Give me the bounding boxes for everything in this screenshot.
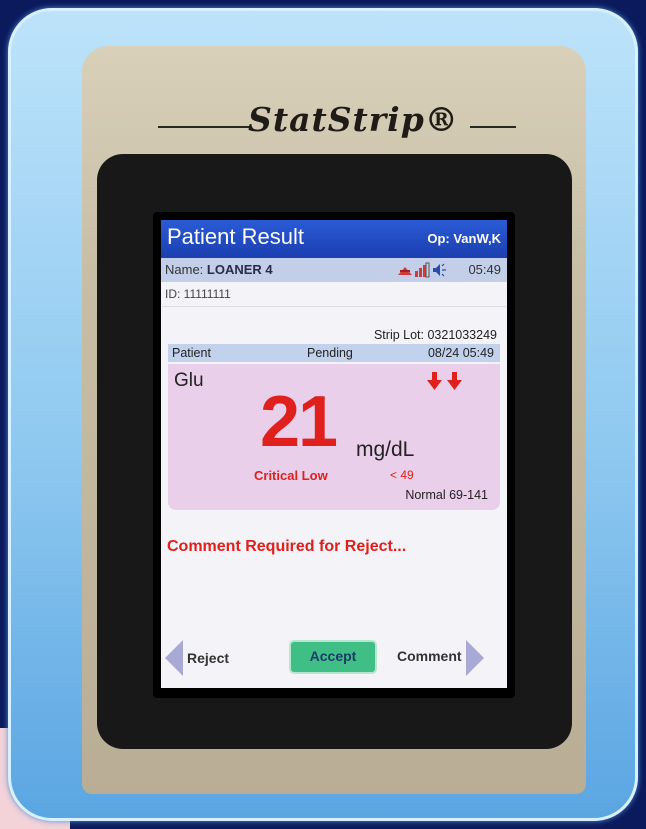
accept-button[interactable]: Accept — [291, 642, 375, 672]
patient-name: Name: LOANER 4 — [165, 262, 273, 277]
clock: 05:49 — [468, 262, 501, 277]
status-icons — [398, 262, 446, 278]
result-status: Pending — [307, 346, 353, 360]
name-label: Name: — [165, 262, 204, 277]
alert-icon — [398, 267, 412, 275]
critical-limit: < 49 — [390, 468, 414, 482]
glucose-unit: mg/dL — [356, 438, 415, 461]
speaker-icon — [433, 263, 446, 277]
reject-button[interactable]: Reject — [165, 640, 229, 676]
operator-label: Op: VanW,K — [427, 231, 501, 246]
double-down-arrow-icon — [427, 372, 462, 390]
patient-type: Patient — [172, 346, 211, 360]
result-panel: Glu 21 mg/dL Critical Low < 49 Normal 69… — [168, 364, 500, 510]
comment-button[interactable]: Comment — [397, 640, 484, 676]
patient-id: ID: 11111111 — [165, 287, 231, 301]
brand-logo: StatStrip® — [248, 100, 459, 139]
title-bar: Patient Result Op: VanW,K — [161, 220, 507, 258]
result-datetime: 08/24 05:49 — [427, 346, 494, 360]
comment-required-message: Comment Required for Reject... — [167, 538, 407, 555]
divider — [161, 306, 507, 307]
accept-label: Accept — [309, 648, 357, 664]
analyte-name: Glu — [174, 370, 204, 391]
patient-name-bar: Name: LOANER 4 05:49 — [161, 258, 507, 282]
strip-lot: Strip Lot: 0321033249 — [373, 328, 497, 342]
device-screen: Patient Result Op: VanW,K Name: LOANER 4 — [161, 220, 507, 688]
normal-range: Normal 69-141 — [405, 488, 488, 502]
page-title: Patient Result — [167, 224, 304, 249]
brand-line-left — [158, 126, 250, 128]
reject-label: Reject — [187, 650, 230, 666]
patient-status-bar: Patient Pending 08/24 05:49 — [168, 344, 500, 362]
name-value: LOANER 4 — [206, 262, 273, 277]
signal-icon — [415, 262, 430, 278]
comment-label: Comment — [397, 648, 462, 664]
glucose-value: 21 — [260, 382, 338, 462]
critical-flag: Critical Low — [254, 468, 328, 483]
